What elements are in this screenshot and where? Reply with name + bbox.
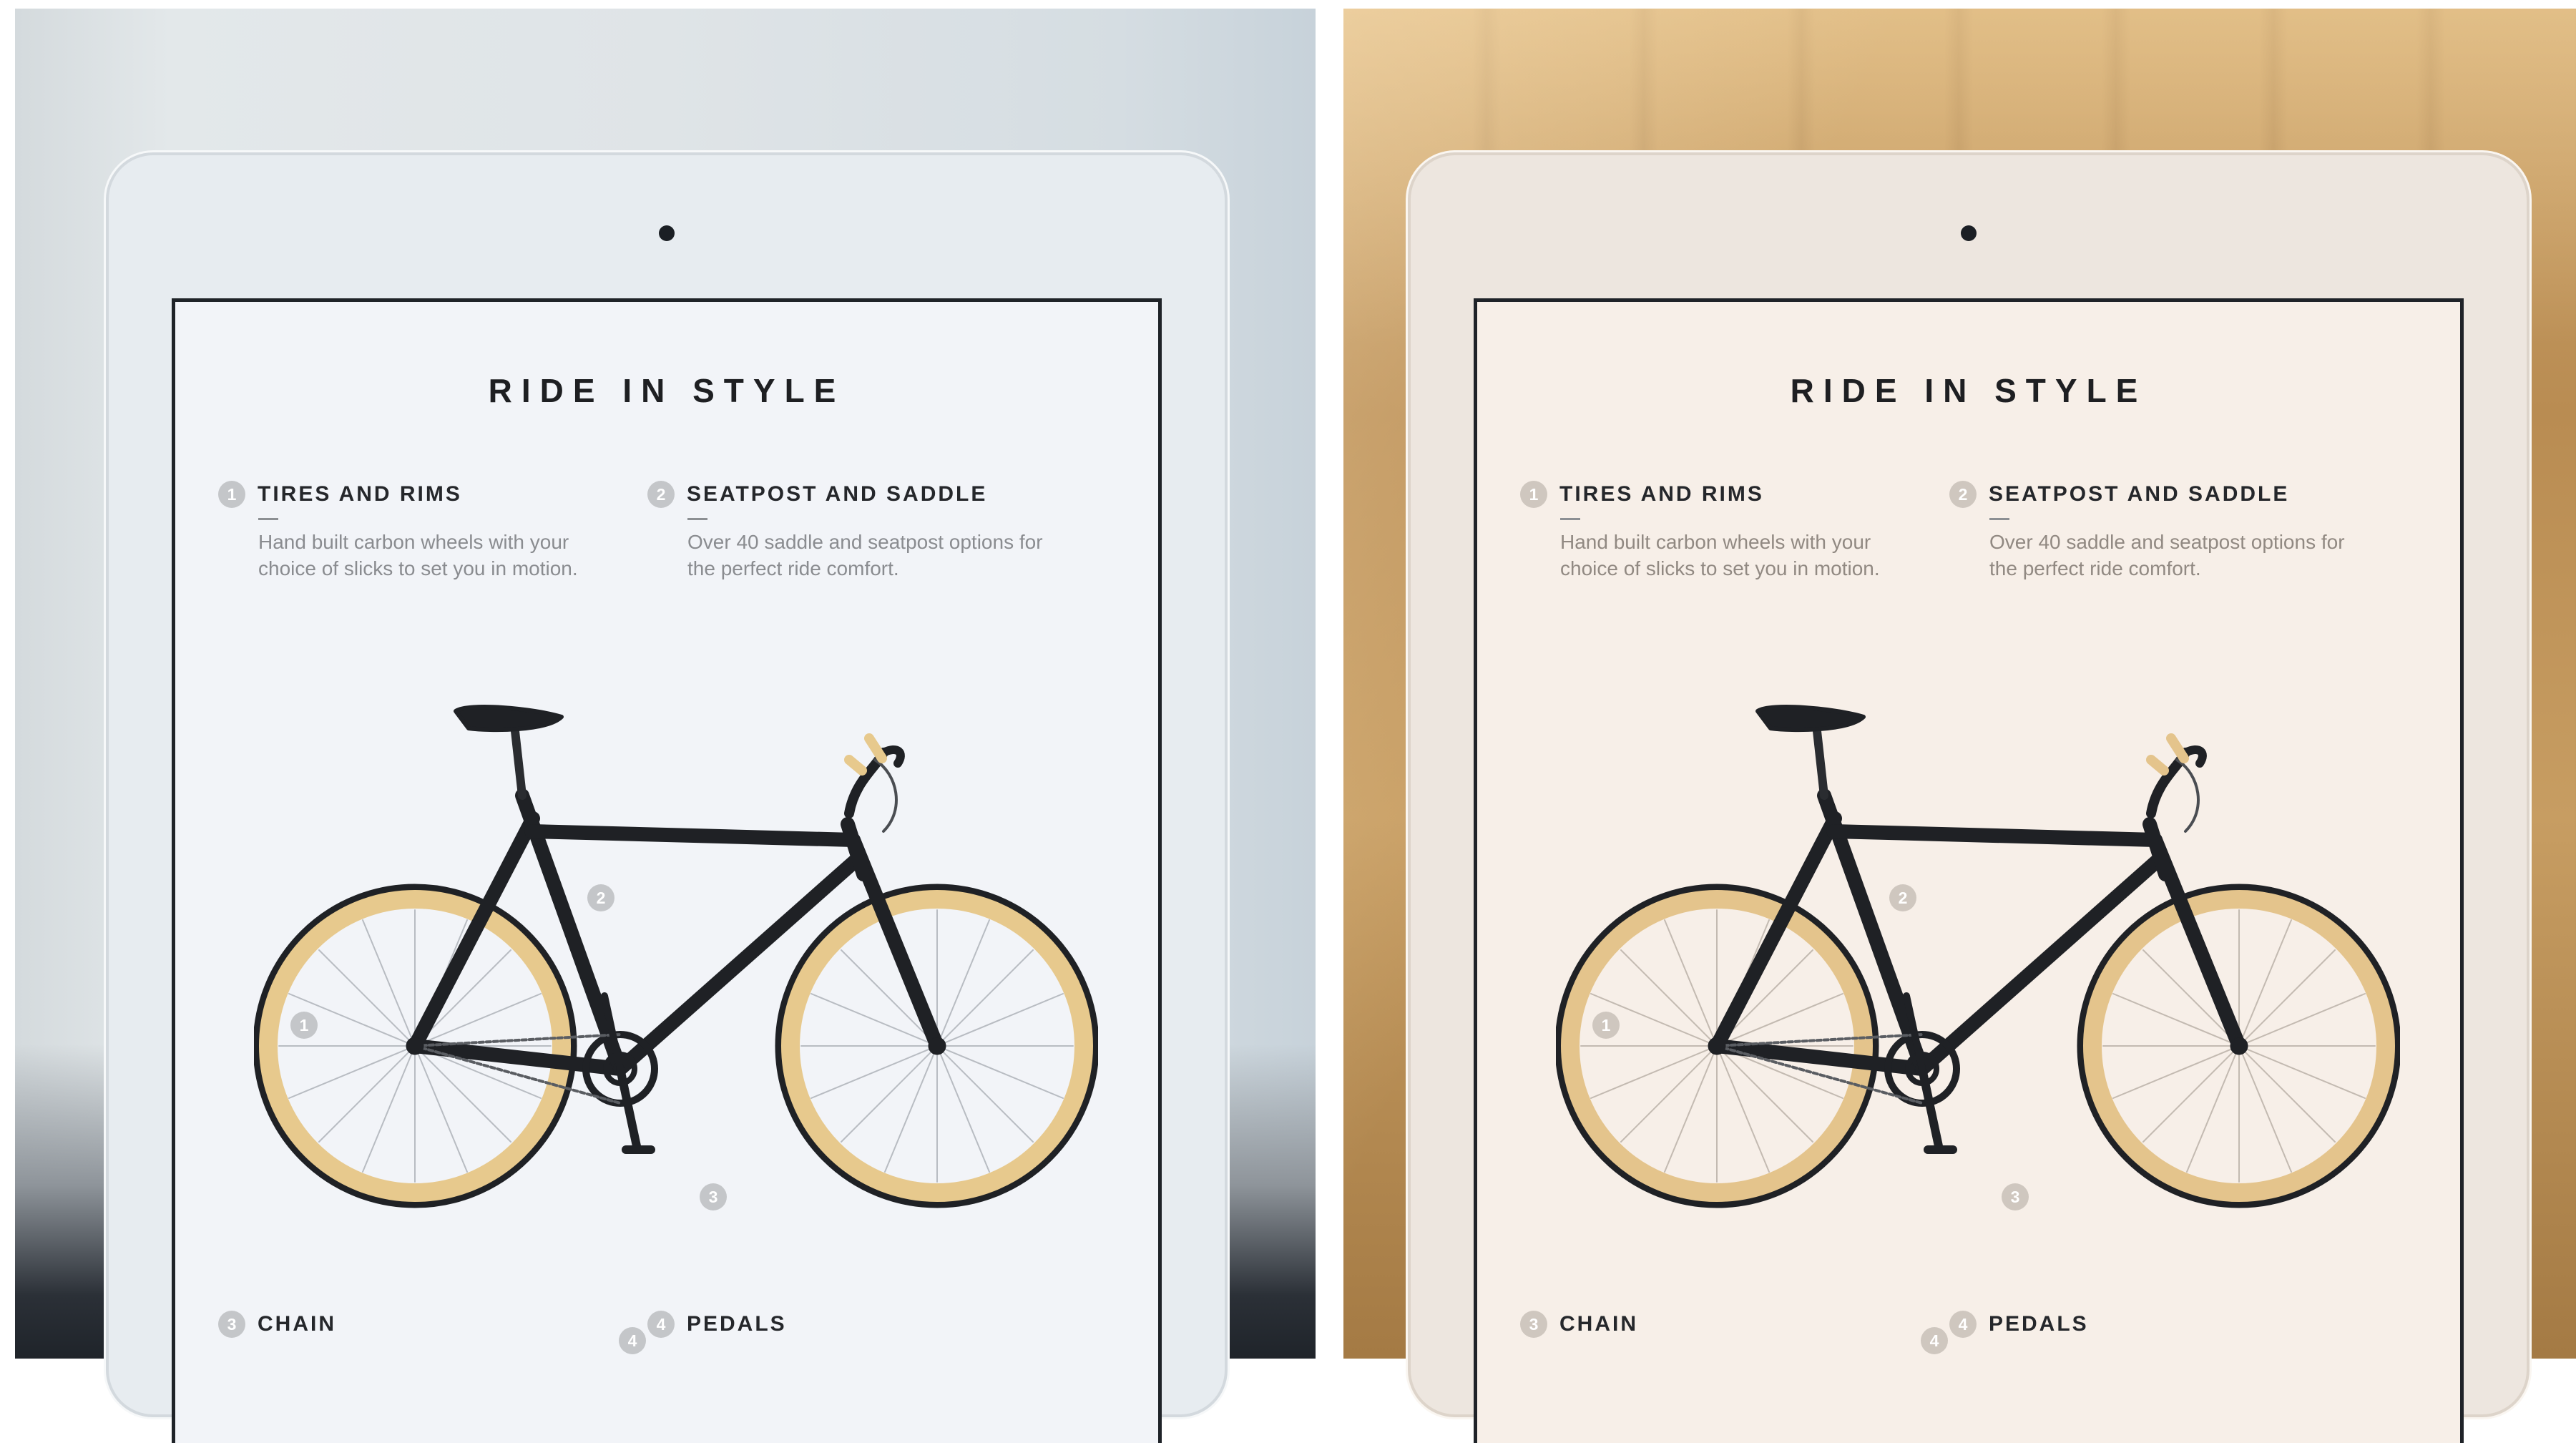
front-camera [1961, 225, 1977, 241]
left-ipad-screen: RIDE IN STYLE 1 TIRES AND RIMS Hand buil… [172, 298, 1162, 1443]
feature-description: Hand built carbon wheels with your choic… [258, 531, 578, 579]
page-title: RIDE IN STYLE [488, 372, 846, 409]
callout-marker: 1 [1592, 1012, 1620, 1039]
feature-description: Over 40 saddle and seatpost options for … [1989, 531, 2345, 579]
panel-divider [1316, 0, 1343, 1359]
callout-marker: 1 [290, 1012, 318, 1039]
feature-pedals: 4 PEDALS [647, 1311, 1048, 1338]
left-ipad: RIDE IN STYLE 1 TIRES AND RIMS Hand buil… [109, 155, 1225, 1443]
feature-number-badge: 4 [1949, 1311, 1977, 1338]
feature-chain: 3 CHAIN [218, 1311, 619, 1338]
front-camera [659, 225, 675, 241]
feature-number-badge: 2 [1949, 481, 1977, 508]
feature-title: CHAIN [1559, 1312, 1638, 1336]
right-ipad-screen: RIDE IN STYLE 1 TIRES AND RIMS Hand buil… [1474, 298, 2464, 1443]
feature-tires-and-rims: 1 TIRES AND RIMS Hand built carbon wheel… [1520, 481, 1921, 582]
page-title: RIDE IN STYLE [1790, 372, 2148, 409]
feature-divider [687, 518, 707, 520]
callout-marker: 4 [619, 1327, 646, 1354]
top-border [0, 0, 2576, 9]
feature-description: Over 40 saddle and seatpost options for … [687, 531, 1043, 579]
feature-number-badge: 4 [647, 1311, 675, 1338]
callout-marker: 3 [2002, 1183, 2029, 1210]
bicycle-illustration [1556, 688, 2400, 1218]
feature-divider [1560, 518, 1580, 520]
callout-marker: 2 [1889, 884, 1916, 911]
feature-divider [1989, 518, 2009, 520]
feature-number-badge: 3 [1520, 1311, 1547, 1338]
feature-title: TIRES AND RIMS [1559, 482, 1764, 506]
callout-marker: 2 [587, 884, 614, 911]
feature-pedals: 4 PEDALS [1949, 1311, 2350, 1338]
feature-chain: 3 CHAIN [1520, 1311, 1921, 1338]
feature-number-badge: 2 [647, 481, 675, 508]
feature-seatpost-and-saddle: 2 SEATPOST AND SADDLE Over 40 saddle and… [1949, 481, 2350, 582]
feature-number-badge: 3 [218, 1311, 245, 1338]
feature-title: SEATPOST AND SADDLE [1989, 482, 2290, 506]
feature-title: PEDALS [687, 1312, 787, 1336]
bicycle-icon [1556, 705, 2400, 1208]
feature-title: SEATPOST AND SADDLE [687, 482, 988, 506]
callout-marker: 3 [700, 1183, 727, 1210]
callout-marker: 4 [1921, 1327, 1948, 1354]
feature-divider [258, 518, 278, 520]
bicycle-icon [254, 705, 1098, 1208]
feature-seatpost-and-saddle: 2 SEATPOST AND SADDLE Over 40 saddle and… [647, 481, 1048, 582]
right-ipad: RIDE IN STYLE 1 TIRES AND RIMS Hand buil… [1411, 155, 2527, 1443]
feature-title: CHAIN [258, 1312, 336, 1336]
feature-description: Hand built carbon wheels with your choic… [1560, 531, 1880, 579]
feature-number-badge: 1 [1520, 481, 1547, 508]
feature-title: PEDALS [1989, 1312, 2089, 1336]
feature-title: TIRES AND RIMS [258, 482, 462, 506]
feature-number-badge: 1 [218, 481, 245, 508]
bicycle-illustration [254, 688, 1098, 1218]
feature-tires-and-rims: 1 TIRES AND RIMS Hand built carbon wheel… [218, 481, 619, 582]
